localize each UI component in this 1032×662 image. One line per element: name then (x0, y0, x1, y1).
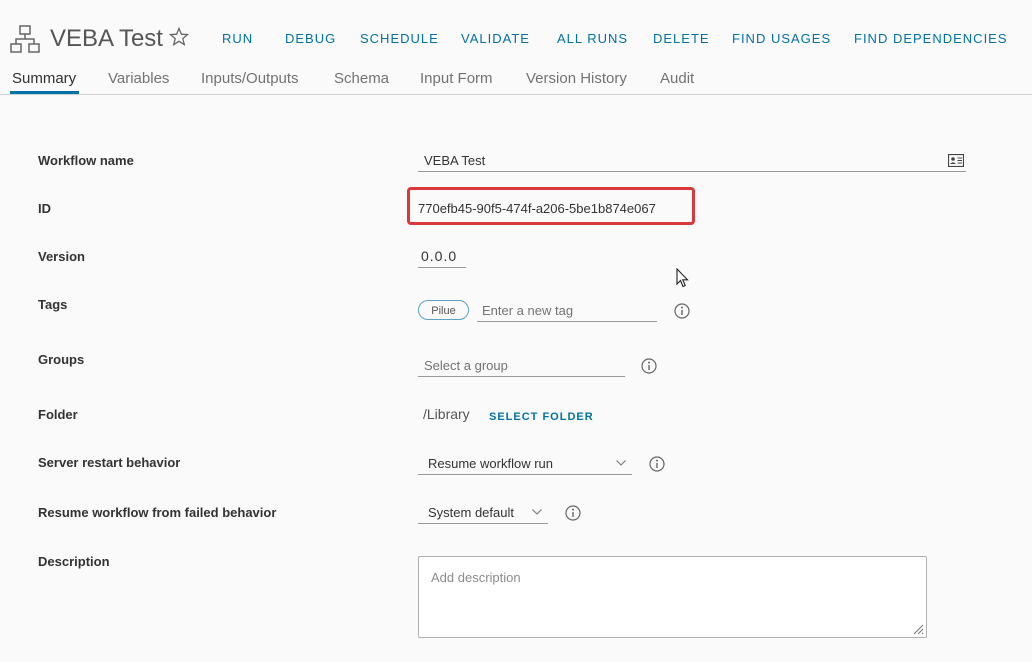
tag-input[interactable]: Enter a new tag (482, 303, 573, 319)
resume-failed-info-icon[interactable] (565, 505, 581, 521)
description-textarea[interactable]: Add description (418, 556, 927, 638)
tag-pill[interactable]: Pilue (418, 300, 469, 320)
folder-label: Folder (38, 407, 78, 422)
tab-inputs-outputs[interactable]: Inputs/Outputs (201, 69, 299, 89)
server-restart-info-icon[interactable] (649, 456, 665, 472)
debug-button[interactable]: DEBUG (285, 31, 336, 46)
find-dependencies-button[interactable]: FIND DEPENDENCIES (854, 31, 1008, 46)
favorite-star-icon[interactable] (169, 27, 189, 47)
server-restart-select[interactable]: Resume workflow run (428, 456, 553, 472)
schedule-button[interactable]: SCHEDULE (360, 31, 439, 46)
server-restart-label: Server restart behavior (38, 455, 181, 470)
id-label: ID (38, 201, 51, 216)
workflow-name-input[interactable]: VEBA Test (424, 153, 485, 169)
server-restart-underline (418, 474, 632, 475)
mouse-cursor-icon (676, 268, 689, 288)
select-folder-button[interactable]: SELECT FOLDER (489, 410, 594, 424)
version-label: Version (38, 249, 85, 264)
workflow-icon (10, 25, 40, 53)
tags-info-icon[interactable] (674, 303, 690, 319)
tab-schema[interactable]: Schema (334, 69, 389, 89)
delete-button[interactable]: DELETE (653, 31, 710, 46)
resume-failed-underline (418, 523, 548, 524)
tag-input-underline (477, 321, 657, 322)
id-value: 770efb45-90f5-474f-a206-5be1b874e067 (418, 201, 656, 216)
id-card-icon[interactable] (948, 154, 964, 167)
tab-audit[interactable]: Audit (660, 69, 694, 89)
run-button[interactable]: RUN (222, 31, 253, 46)
groups-info-icon[interactable] (641, 358, 657, 374)
tab-version-history[interactable]: Version History (526, 69, 627, 89)
active-tab-indicator (10, 91, 79, 94)
chevron-down-icon (532, 509, 542, 515)
version-underline (418, 267, 466, 268)
all-runs-button[interactable]: ALL RUNS (557, 31, 628, 46)
page-header: VEBA Test RUN DEBUG SCHEDULE VALIDATE AL… (0, 0, 1032, 95)
resume-failed-label: Resume workflow from failed behavior (38, 505, 277, 520)
groups-input[interactable]: Select a group (424, 358, 508, 374)
chevron-down-icon (616, 460, 626, 466)
tab-variables[interactable]: Variables (108, 69, 169, 89)
page-title: VEBA Test (50, 25, 163, 52)
folder-value: /Library (423, 406, 470, 422)
groups-label: Groups (38, 352, 85, 367)
workflow-name-label: Workflow name (38, 153, 134, 168)
description-placeholder: Add description (431, 570, 521, 585)
version-input[interactable]: 0.0.0 (421, 248, 457, 264)
tab-summary[interactable]: Summary (12, 69, 76, 89)
find-usages-button[interactable]: FIND USAGES (732, 31, 831, 46)
tab-input-form[interactable]: Input Form (420, 69, 493, 89)
description-label: Description (38, 554, 110, 569)
workflow-name-underline (418, 171, 966, 172)
resume-failed-select[interactable]: System default (428, 505, 514, 521)
tags-label: Tags (38, 297, 68, 312)
resize-handle-icon[interactable] (912, 623, 924, 635)
validate-button[interactable]: VALIDATE (461, 31, 530, 46)
groups-underline (418, 376, 625, 377)
